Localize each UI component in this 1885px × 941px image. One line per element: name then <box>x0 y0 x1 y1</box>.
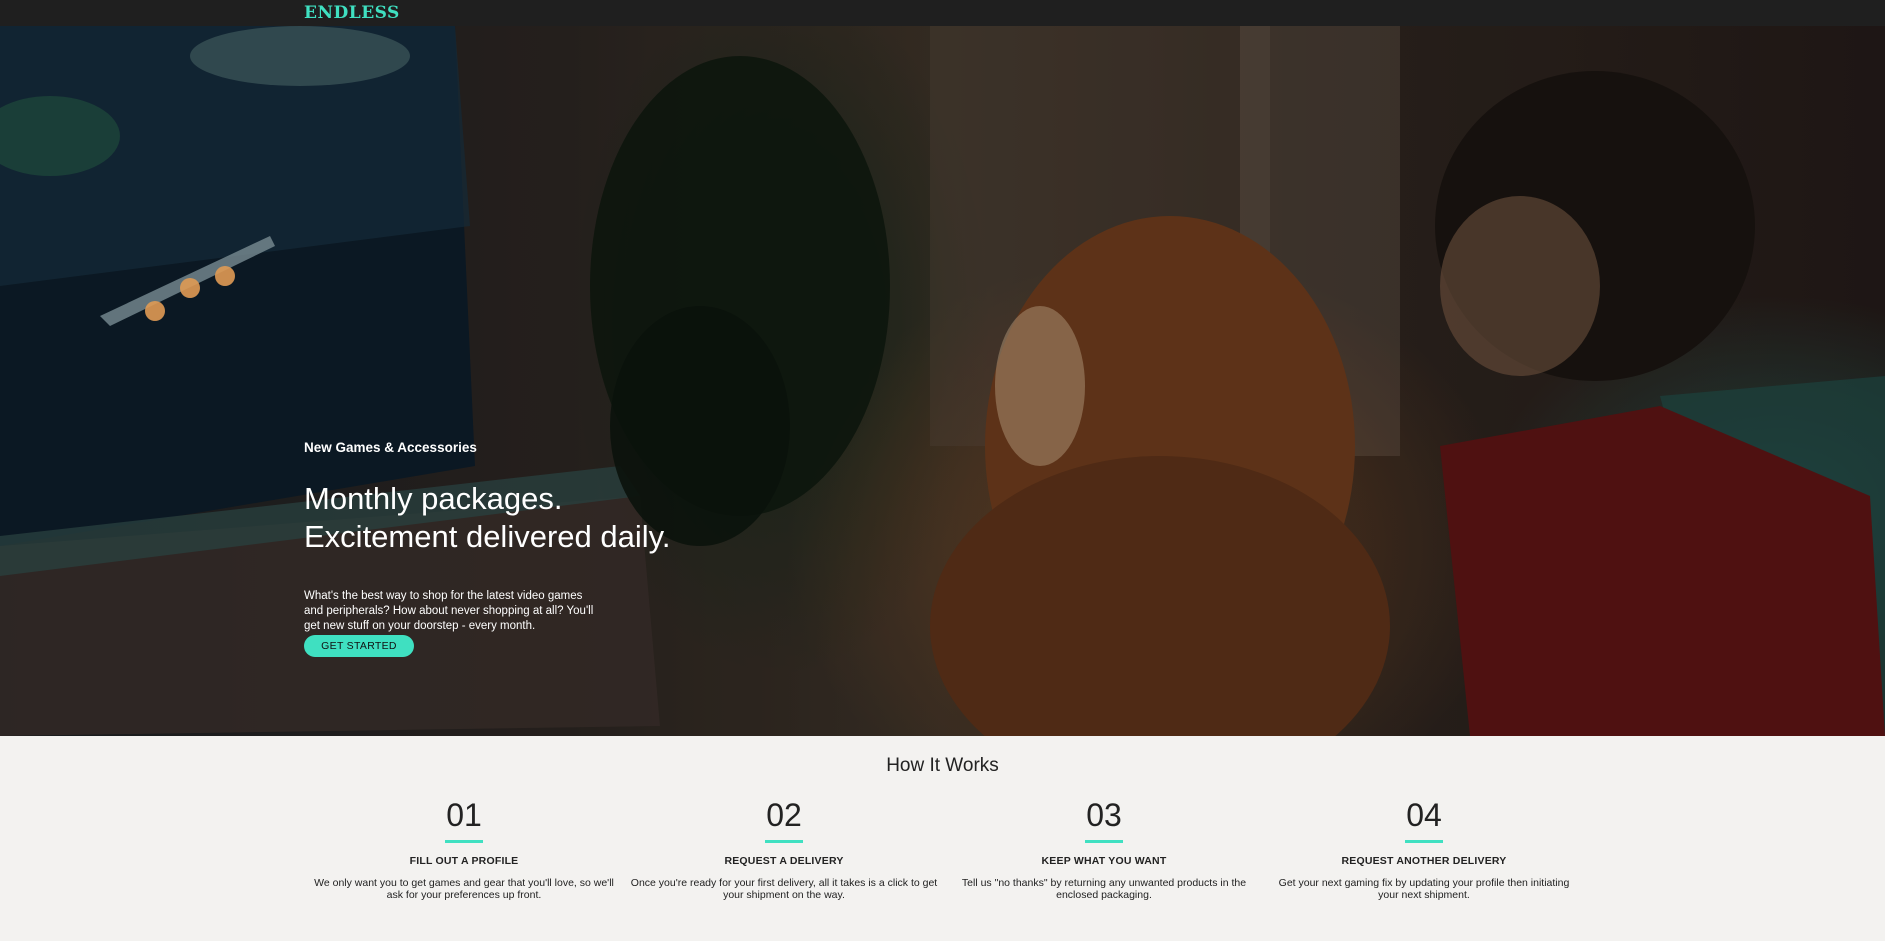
get-started-button[interactable]: GET STARTED <box>304 635 414 657</box>
step-underline <box>1085 840 1123 843</box>
step-title: FILL OUT A PROFILE <box>409 855 519 867</box>
step-number: 03 <box>1086 797 1122 833</box>
step-description: Tell us "no thanks" by returning any unw… <box>961 877 1247 901</box>
step-title: KEEP WHAT YOU WANT <box>1041 855 1167 867</box>
step-underline <box>445 840 483 843</box>
step-card: 02 REQUEST A DELIVERY Once you're ready … <box>624 796 944 901</box>
step-underline <box>1405 840 1443 843</box>
step-underline <box>765 840 803 843</box>
step-description: Once you're ready for your first deliver… <box>630 877 938 901</box>
step-number: 02 <box>766 797 802 833</box>
step-description: We only want you to get games and gear t… <box>314 877 614 901</box>
hero-description: What's the best way to shop for the late… <box>304 589 594 632</box>
hero-headline: Monthly packages. Excitement delivered d… <box>304 480 670 556</box>
step-card: 04 REQUEST ANOTHER DELIVERY Get your nex… <box>1264 796 1584 901</box>
step-number: 01 <box>446 797 482 833</box>
step-title: REQUEST A DELIVERY <box>724 855 844 867</box>
top-navigation-bar: ENDLESS <box>0 0 1885 26</box>
step-description: Get your next gaming fix by updating you… <box>1278 877 1570 901</box>
how-it-works-section: How It Works 01 FILL OUT A PROFILE We on… <box>0 736 1885 941</box>
hero-headline-line-2: Excitement delivered daily. <box>304 519 671 554</box>
hero-headline-line-1: Monthly packages. <box>304 481 563 516</box>
hero-eyebrow: New Games & Accessories <box>304 440 477 455</box>
step-number: 04 <box>1406 797 1442 833</box>
hero-background-photo <box>0 26 1885 736</box>
step-card: 03 KEEP WHAT YOU WANT Tell us "no thanks… <box>944 796 1264 901</box>
step-card: 01 FILL OUT A PROFILE We only want you t… <box>304 796 624 901</box>
hero-section: New Games & Accessories Monthly packages… <box>0 26 1885 736</box>
step-title: REQUEST ANOTHER DELIVERY <box>1341 855 1507 867</box>
how-it-works-title: How It Works <box>886 755 999 776</box>
endless-logo[interactable]: ENDLESS <box>304 3 400 23</box>
